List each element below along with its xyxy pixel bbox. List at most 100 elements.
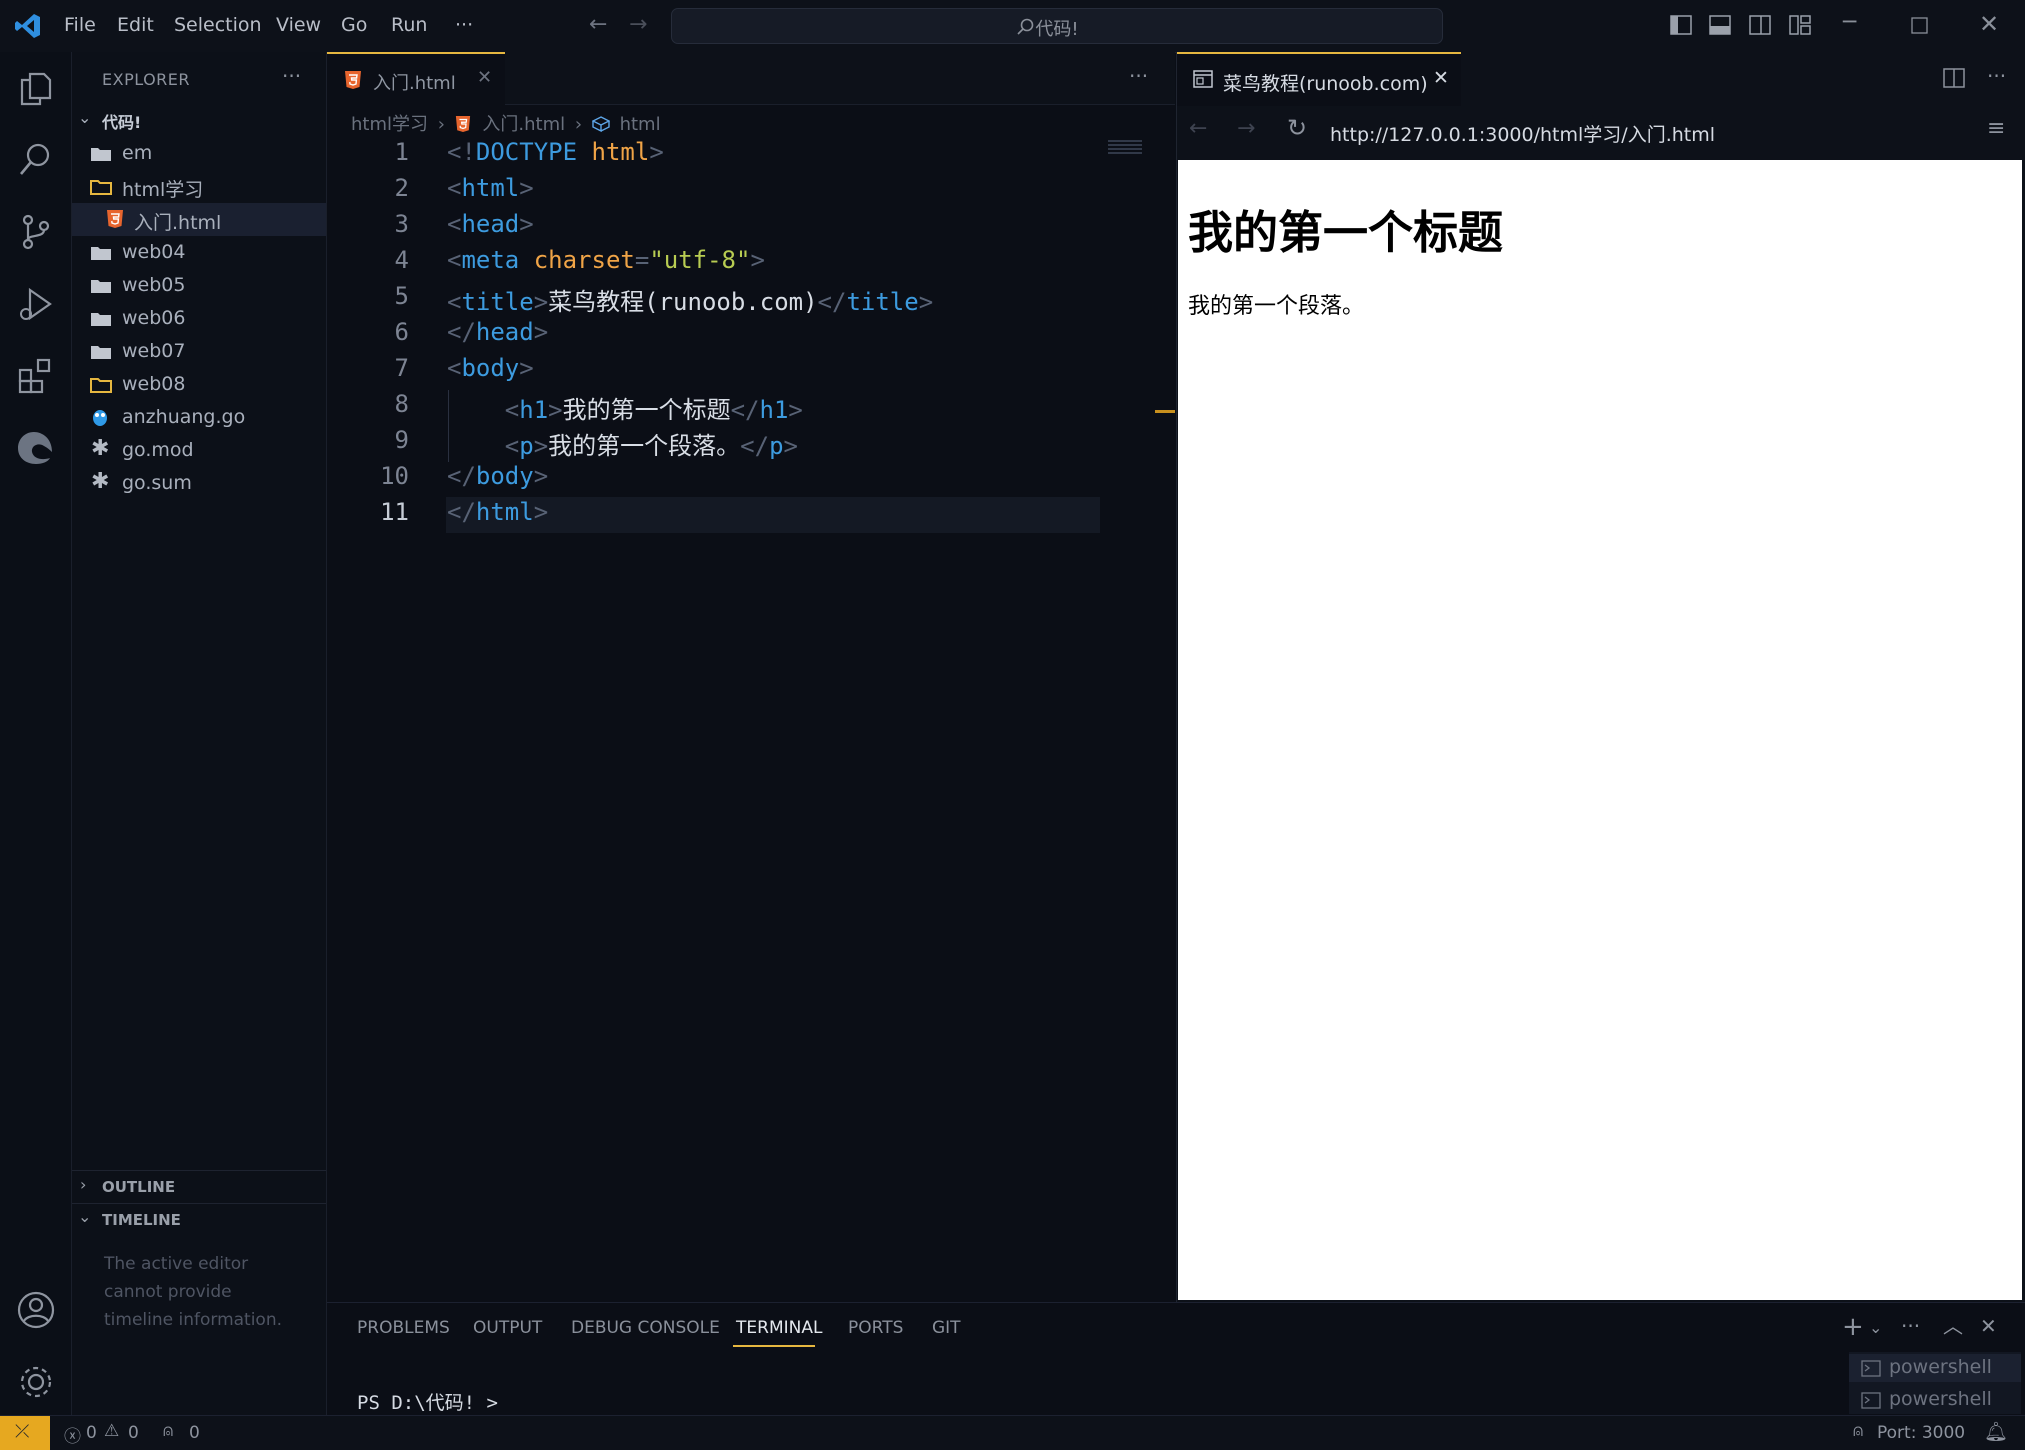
tab-git[interactable]: GIT	[932, 1318, 961, 1338]
tree-item-go-mod[interactable]: ✱ go.mod	[72, 434, 326, 467]
close-window-icon[interactable]: ✕	[1979, 10, 1999, 38]
run-debug-icon[interactable]	[16, 284, 56, 324]
ports-count[interactable]: 0	[189, 1423, 200, 1443]
terminal-list-item[interactable]: powershell	[1849, 1386, 2021, 1414]
editor-tab-active[interactable]: 入门.html ✕	[327, 52, 505, 106]
close-tab-icon[interactable]: ✕	[1433, 67, 1449, 89]
menu-view[interactable]: View	[276, 14, 321, 36]
menu-edit[interactable]: Edit	[117, 14, 154, 36]
tab-debug-console[interactable]: DEBUG CONSOLE	[571, 1318, 720, 1338]
new-terminal-icon[interactable]: +	[1842, 1312, 1864, 1342]
code-line[interactable]: </head>	[447, 318, 548, 346]
menu-selection[interactable]: Selection	[174, 14, 262, 36]
split-editor-icon[interactable]	[1943, 68, 1965, 88]
tree-item-web08[interactable]: web08	[72, 368, 326, 401]
maximize-panel-icon[interactable]: ︿	[1943, 1310, 1963, 1339]
back-arrow-icon[interactable]: ←	[589, 12, 607, 37]
code-line[interactable]: </html>	[447, 498, 548, 526]
terminal-prompt[interactable]: PS D:\代码! >	[357, 1388, 498, 1415]
code-line[interactable]: <!DOCTYPE html>	[447, 138, 664, 166]
menu-run[interactable]: Run	[391, 14, 427, 36]
tree-item-web07[interactable]: web07	[72, 335, 326, 368]
maximize-icon[interactable]	[1911, 17, 1928, 34]
code-token: </	[447, 462, 476, 490]
edge-devtools-icon[interactable]	[16, 428, 56, 468]
toggle-primary-sidebar-icon[interactable]	[1670, 15, 1692, 35]
breadcrumb-file[interactable]: 入门.html	[482, 114, 565, 135]
tree-item-web04[interactable]: web04	[72, 236, 326, 269]
minimize-icon[interactable]: ─	[1843, 10, 1856, 35]
code-line[interactable]: <meta charset="utf-8">	[447, 246, 765, 274]
tree-item-web05[interactable]: web05	[72, 269, 326, 302]
explorer-more-button[interactable]: ···	[282, 64, 301, 88]
tree-item-label: web06	[122, 307, 186, 329]
close-panel-icon[interactable]: ✕	[1980, 1314, 1997, 1338]
code-token: =	[634, 246, 650, 274]
tree-item-go-sum[interactable]: ✱ go.sum	[72, 467, 326, 500]
code-line[interactable]: <title>菜鸟教程(runoob.com)</title>	[447, 282, 933, 317]
tree-item-label: web04	[122, 241, 186, 263]
minimap[interactable]	[1108, 140, 1142, 156]
code-line[interactable]: <body>	[447, 354, 534, 382]
forward-arrow-icon[interactable]: →	[629, 12, 647, 37]
source-control-icon[interactable]	[16, 212, 56, 252]
tree-item-html-study[interactable]: html学习	[72, 170, 326, 203]
browser-more-button[interactable]: ···	[1987, 64, 2006, 88]
remote-icon: ⤫	[15, 1421, 30, 1442]
breadcrumb-symbol[interactable]: html	[620, 114, 661, 135]
code-line[interactable]: <html>	[447, 174, 534, 202]
notifications-bell-icon[interactable]: 🔔︎	[1984, 1420, 2008, 1443]
forward-arrow-icon[interactable]: →	[1237, 116, 1255, 141]
search-icon[interactable]	[16, 140, 56, 180]
toggle-panel-icon[interactable]	[1709, 15, 1731, 35]
active-tab-underline	[733, 1345, 815, 1347]
extensions-icon[interactable]	[16, 356, 56, 396]
browser-tab-active[interactable]: 菜鸟教程(runoob.com) ✕	[1177, 52, 1461, 106]
explorer-icon[interactable]	[16, 68, 56, 108]
reload-icon[interactable]: ↻	[1287, 114, 1307, 142]
browser-url-input[interactable]: http://127.0.0.1:3000/html学习/入门.html	[1330, 120, 1715, 147]
port-label[interactable]: Port: 3000	[1877, 1423, 1965, 1443]
editor-area[interactable]	[327, 52, 1175, 1302]
go-gopher-icon	[93, 410, 107, 426]
code-line[interactable]: <p>我的第一个段落。</p>	[447, 426, 798, 461]
tree-item-web06[interactable]: web06	[72, 302, 326, 335]
tab-ports[interactable]: PORTS	[848, 1318, 903, 1338]
close-tab-icon[interactable]: ✕	[477, 67, 492, 88]
toggle-secondary-sidebar-icon[interactable]	[1749, 15, 1771, 35]
menu-file[interactable]: File	[64, 14, 96, 36]
editor-more-button[interactable]: ···	[1129, 64, 1148, 88]
command-center-search[interactable]: 代码!	[671, 8, 1443, 44]
breadcrumb-folder[interactable]: html学习	[351, 114, 428, 135]
settings-gear-icon[interactable]	[16, 1362, 56, 1402]
tree-item-anzhuang-go[interactable]: anzhuang.go	[72, 401, 326, 434]
panel-more-button[interactable]: ···	[1901, 1314, 1920, 1338]
code-line[interactable]: <h1>我的第一个标题</h1>	[447, 390, 803, 425]
chevron-down-icon[interactable]: ⌄	[1869, 1318, 1882, 1337]
error-count[interactable]: 0	[86, 1423, 97, 1443]
tab-problems[interactable]: PROBLEMS	[357, 1318, 450, 1338]
remote-indicator[interactable]: ⤫	[0, 1416, 50, 1450]
browser-menu-icon[interactable]: ≡	[1987, 116, 2005, 141]
tree-item-em[interactable]: em	[72, 137, 326, 170]
code-line[interactable]: </body>	[447, 462, 548, 490]
outline-section-header[interactable]: › OUTLINE	[72, 1172, 326, 1202]
back-arrow-icon[interactable]: ←	[1189, 116, 1207, 141]
tab-output[interactable]: OUTPUT	[473, 1318, 542, 1338]
accounts-icon[interactable]	[16, 1290, 56, 1330]
customize-layout-icon[interactable]	[1789, 15, 1811, 35]
terminal-list-item[interactable]: powershell	[1849, 1354, 2021, 1382]
menu-more[interactable]: ···	[455, 14, 473, 36]
tab-terminal[interactable]: TERMINAL	[736, 1318, 822, 1338]
tree-item-intro-html[interactable]: 入门.html	[72, 203, 326, 236]
warning-count[interactable]: 0	[128, 1423, 139, 1443]
line-number: 10	[380, 462, 409, 490]
timeline-section-header[interactable]: ⌄ TIMELINE	[72, 1205, 326, 1235]
menu-go[interactable]: Go	[341, 14, 367, 36]
code-token: <	[504, 432, 520, 460]
page-heading: 我的第一个标题	[1188, 206, 1504, 259]
workspace-root[interactable]: ⌄ 代码!	[72, 104, 326, 137]
page-paragraph: 我的第一个段落。	[1188, 294, 1365, 319]
code-line[interactable]: <head>	[447, 210, 534, 238]
